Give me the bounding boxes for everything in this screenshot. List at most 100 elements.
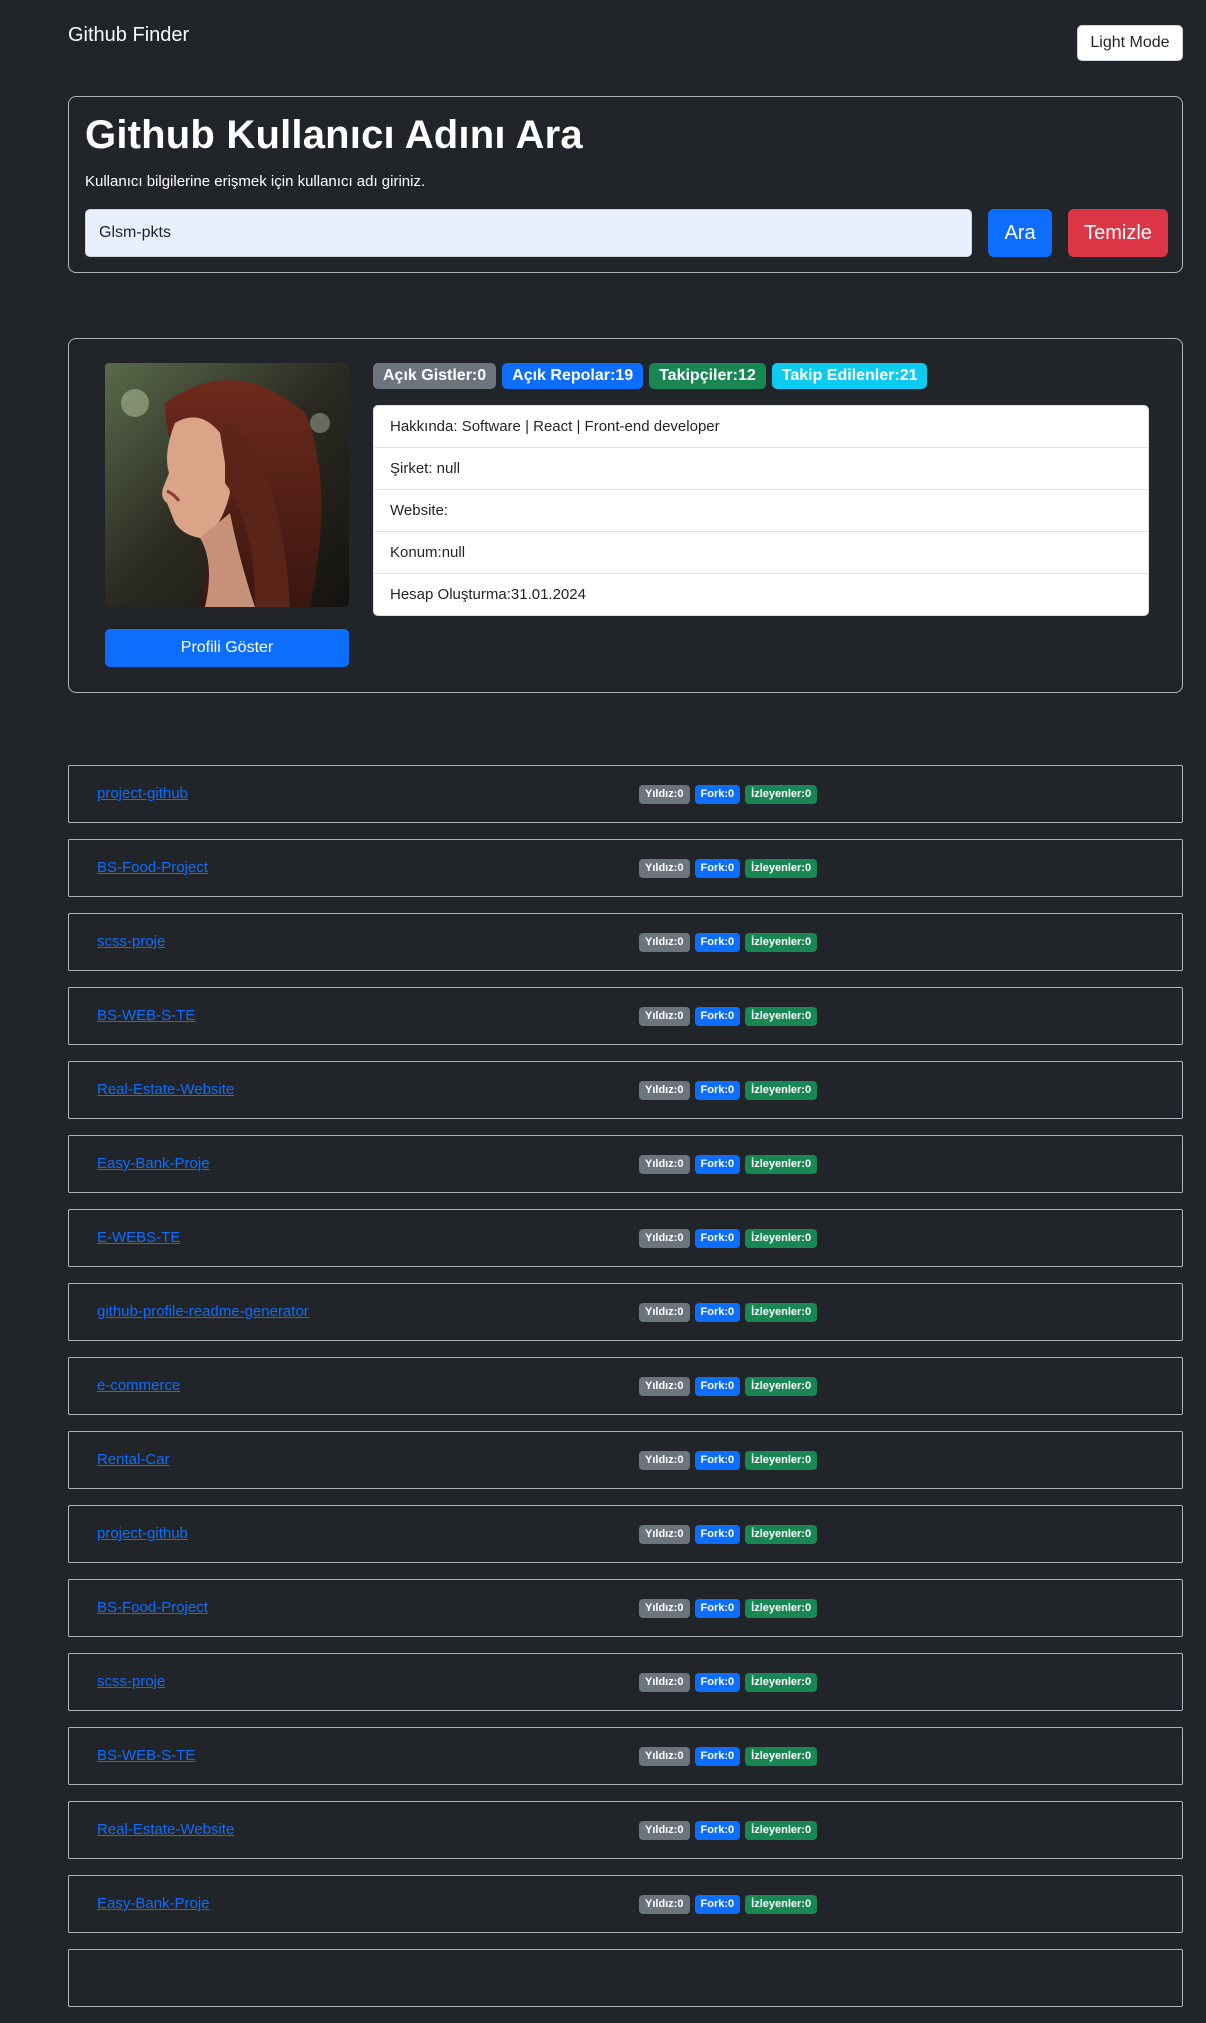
repo-badges: Yıldız:0 Fork:0 İzleyenler:0 — [639, 1377, 818, 1396]
repo-link[interactable]: Real-Estate-Website — [97, 1081, 234, 1098]
followers-badge: Takipçiler:12 — [649, 363, 766, 389]
watchers-badge: İzleyenler:0 — [745, 1451, 818, 1470]
repo-badges: Yıldız:0 Fork:0 İzleyenler:0 — [639, 1599, 818, 1618]
repo-link[interactable]: E-WEBS-TE — [97, 1229, 180, 1246]
light-mode-button[interactable]: Light Mode — [1077, 25, 1183, 61]
stars-badge: Yıldız:0 — [639, 933, 690, 952]
stars-badge: Yıldız:0 — [639, 1451, 690, 1470]
repo-row: BS-WEB-S-TE Yıldız:0 Fork:0 İzleyenler:0 — [68, 1727, 1183, 1785]
repo-row: scss-proje Yıldız:0 Fork:0 İzleyenler:0 — [68, 1653, 1183, 1711]
repo-link[interactable]: project-github — [97, 1525, 188, 1542]
forks-badge: Fork:0 — [694, 859, 741, 878]
forks-badge: Fork:0 — [694, 1081, 741, 1100]
repo-badges: Yıldız:0 Fork:0 İzleyenler:0 — [639, 1007, 818, 1026]
repo-badges: Yıldız:0 Fork:0 İzleyenler:0 — [639, 1155, 818, 1174]
repo-link[interactable]: BS-WEB-S-TE — [97, 1007, 195, 1024]
repo-link[interactable]: BS-Food-Project — [97, 1599, 208, 1616]
search-card: Github Kullanıcı Adını Ara Kullanıcı bil… — [68, 96, 1183, 273]
watchers-badge: İzleyenler:0 — [745, 1747, 818, 1766]
watchers-badge: İzleyenler:0 — [745, 1377, 818, 1396]
repo-row: project-github Yıldız:0 Fork:0 İzleyenler:0 — [68, 765, 1183, 823]
forks-badge: Fork:0 — [694, 933, 741, 952]
forks-badge: Fork:0 — [694, 1007, 741, 1026]
forks-badge: Fork:0 — [694, 1673, 741, 1692]
watchers-badge: İzleyenler:0 — [745, 1599, 818, 1618]
forks-badge: Fork:0 — [694, 1599, 741, 1618]
stars-badge: Yıldız:0 — [639, 1747, 690, 1766]
forks-badge: Fork:0 — [694, 1895, 741, 1914]
avatar — [105, 363, 349, 607]
forks-badge: Fork:0 — [694, 1229, 741, 1248]
repo-link[interactable]: Easy-Bank-Proje — [97, 1895, 210, 1912]
search-subtitle: Kullanıcı bilgilerine erişmek için kulla… — [85, 173, 426, 190]
repo-badges: Yıldız:0 Fork:0 İzleyenler:0 — [639, 1673, 818, 1692]
forks-badge: Fork:0 — [694, 1303, 741, 1322]
search-button[interactable]: Ara — [988, 209, 1052, 257]
repo-row: BS-WEB-S-TE Yıldız:0 Fork:0 İzleyenler:0 — [68, 987, 1183, 1045]
repo-row: E-WEBS-TE Yıldız:0 Fork:0 İzleyenler:0 — [68, 1209, 1183, 1267]
forks-badge: Fork:0 — [694, 1747, 741, 1766]
repo-badges: Yıldız:0 Fork:0 İzleyenler:0 — [639, 1821, 818, 1840]
watchers-badge: İzleyenler:0 — [745, 1007, 818, 1026]
info-about: Hakkında: Software | React | Front-end d… — [374, 406, 1148, 448]
repo-link[interactable]: BS-Food-Project — [97, 859, 208, 876]
stars-badge: Yıldız:0 — [639, 1525, 690, 1544]
repo-link[interactable]: BS-WEB-S-TE — [97, 1747, 195, 1764]
repo-link[interactable]: Rental-Car — [97, 1451, 170, 1468]
repo-link[interactable]: scss-proje — [97, 933, 165, 950]
repo-badges: Yıldız:0 Fork:0 İzleyenler:0 — [639, 859, 818, 878]
profile-info-list: Hakkında: Software | React | Front-end d… — [373, 405, 1149, 616]
repo-row: github-profile-readme-generator Yıldız:0 F… — [68, 1283, 1183, 1341]
repo-row: Real-Estate-Website Yıldız:0 Fork:0 İzleyen… — [68, 1801, 1183, 1859]
forks-badge: Fork:0 — [694, 1155, 741, 1174]
repo-row: project-github Yıldız:0 Fork:0 İzleyenler:0 — [68, 1505, 1183, 1563]
stars-badge: Yıldız:0 — [639, 1007, 690, 1026]
forks-badge: Fork:0 — [694, 1821, 741, 1840]
search-title: Github Kullanıcı Adını Ara — [85, 113, 583, 157]
stars-badge: Yıldız:0 — [639, 1599, 690, 1618]
stars-badge: Yıldız:0 — [639, 1303, 690, 1322]
repo-badges: Yıldız:0 Fork:0 İzleyenler:0 — [639, 1525, 818, 1544]
username-input[interactable] — [85, 209, 972, 257]
stars-badge: Yıldız:0 — [639, 1155, 690, 1174]
watchers-badge: İzleyenler:0 — [745, 1895, 818, 1914]
watchers-badge: İzleyenler:0 — [745, 785, 818, 804]
repo-link[interactable]: project-github — [97, 785, 188, 802]
watchers-badge: İzleyenler:0 — [745, 859, 818, 878]
repo-badges: Yıldız:0 Fork:0 İzleyenler:0 — [639, 933, 818, 952]
stars-badge: Yıldız:0 — [639, 1229, 690, 1248]
watchers-badge: İzleyenler:0 — [745, 1525, 818, 1544]
stars-badge: Yıldız:0 — [639, 859, 690, 878]
stars-badge: Yıldız:0 — [639, 1821, 690, 1840]
repo-link[interactable]: github-profile-readme-generator — [97, 1303, 309, 1320]
brand-title[interactable]: Github Finder — [68, 24, 189, 47]
repo-row: BS-Food-Project Yıldız:0 Fork:0 İzleyenler:… — [68, 1579, 1183, 1637]
info-created: Hesap Oluşturma:31.01.2024 — [390, 586, 586, 603]
repo-badges: Yıldız:0 Fork:0 İzleyenler:0 — [639, 1303, 818, 1322]
repo-badges: Yıldız:0 Fork:0 İzleyenler:0 — [639, 1229, 818, 1248]
clear-button[interactable]: Temizle — [1068, 209, 1168, 257]
stars-badge: Yıldız:0 — [639, 1895, 690, 1914]
repo-link[interactable]: scss-proje — [97, 1673, 165, 1690]
repo-badges: Yıldız:0 Fork:0 İzleyenler:0 — [639, 1895, 818, 1914]
forks-badge: Fork:0 — [694, 785, 741, 804]
info-website: Website: — [374, 490, 1148, 532]
repo-link[interactable]: e-commerce — [97, 1377, 180, 1394]
watchers-badge: İzleyenler:0 — [745, 1155, 818, 1174]
profile-card: Profili Göster Açık Gistler:0 Açık Repol… — [68, 338, 1183, 693]
show-profile-button[interactable]: Profili Göster — [105, 629, 349, 667]
forks-badge: Fork:0 — [694, 1525, 741, 1544]
info-company: Şirket: null — [374, 448, 1148, 490]
watchers-badge: İzleyenler:0 — [745, 1673, 818, 1692]
repo-link[interactable]: Easy-Bank-Proje — [97, 1155, 210, 1172]
watchers-badge: İzleyenler:0 — [745, 1081, 818, 1100]
forks-badge: Fork:0 — [694, 1451, 741, 1470]
avatar-image — [105, 363, 349, 607]
repo-link[interactable]: Real-Estate-Website — [97, 1821, 234, 1838]
gists-badge: Açık Gistler:0 — [373, 363, 497, 389]
navbar: Github Finder Light Mode — [0, 0, 1206, 75]
watchers-badge: İzleyenler:0 — [745, 1229, 818, 1248]
watchers-badge: İzleyenler:0 — [745, 933, 818, 952]
repo-row: BS-Food-Project Yıldız:0 Fork:0 İzleyenler:… — [68, 839, 1183, 897]
repo-badges: Yıldız:0 Fork:0 İzleyenler:0 — [639, 785, 818, 804]
